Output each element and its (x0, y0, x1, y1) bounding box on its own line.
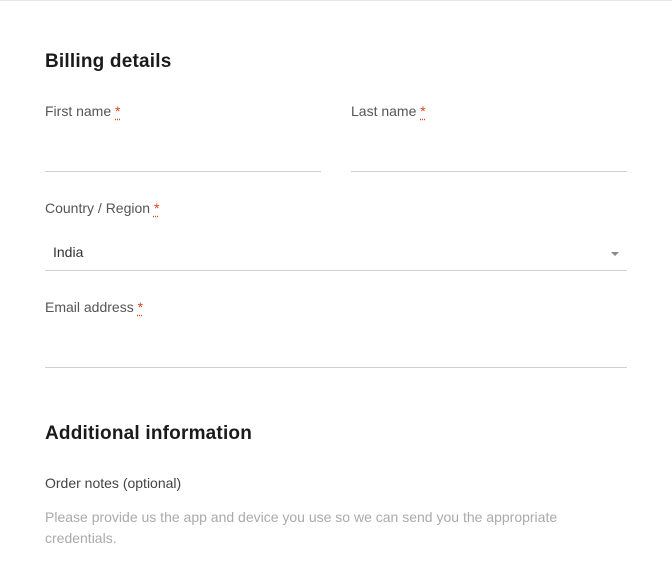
order-notes-input[interactable]: Please provide us the app and device you… (45, 507, 627, 549)
country-label: Country / Region * (45, 200, 627, 216)
name-row: First name * Last name * (45, 103, 627, 172)
chevron-down-icon (611, 252, 619, 256)
first-name-label-text: First name (45, 103, 111, 119)
country-value: India (53, 244, 83, 260)
country-label-text: Country / Region (45, 200, 150, 216)
email-label-text: Email address (45, 299, 134, 315)
order-notes-label: Order notes (optional) (45, 475, 627, 491)
required-mark: * (115, 103, 120, 119)
email-field: Email address * (45, 299, 627, 368)
billing-heading: Billing details (45, 51, 627, 73)
email-label: Email address * (45, 299, 627, 315)
last-name-field: Last name * (351, 103, 627, 172)
additional-section: Additional information Order notes (opti… (45, 423, 627, 549)
required-mark: * (154, 200, 159, 216)
last-name-input[interactable] (351, 141, 627, 172)
first-name-label: First name * (45, 103, 321, 119)
checkout-form: Billing details First name * Last name *… (0, 1, 672, 569)
last-name-label: Last name * (351, 103, 627, 119)
first-name-input[interactable] (45, 141, 321, 172)
first-name-field: First name * (45, 103, 321, 172)
last-name-label-text: Last name (351, 103, 416, 119)
required-mark: * (420, 103, 425, 119)
email-input[interactable] (45, 337, 627, 368)
country-field: Country / Region * India (45, 200, 627, 271)
country-select[interactable]: India (45, 238, 627, 271)
additional-heading: Additional information (45, 423, 627, 445)
required-mark: * (138, 299, 143, 315)
